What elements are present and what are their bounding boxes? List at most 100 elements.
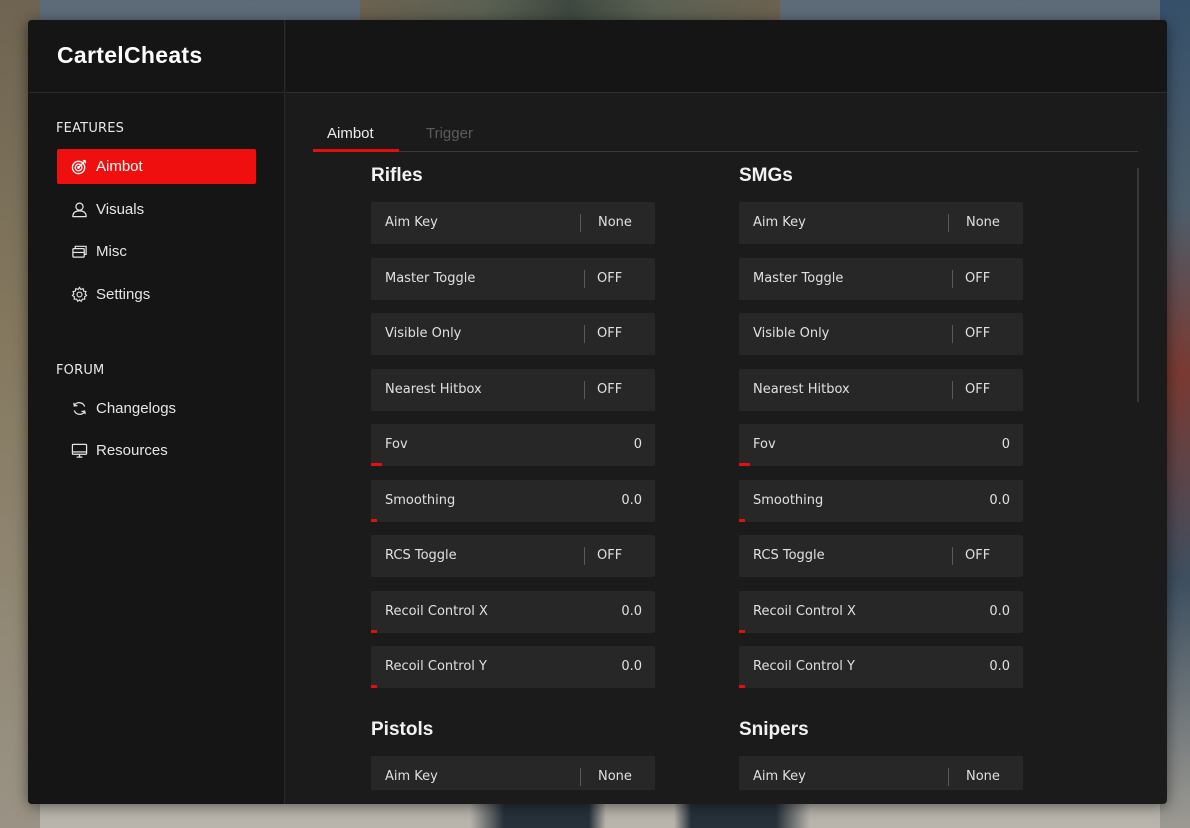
slider-value: 0 xyxy=(633,437,642,452)
smgs-nearest-hitbox-toggle[interactable]: Nearest Hitbox OFF xyxy=(739,368,1023,411)
sidebar-item-label: Changelogs xyxy=(96,400,177,417)
smgs-fov-slider[interactable]: Fov 0 xyxy=(739,424,1023,466)
value-separator xyxy=(952,380,953,399)
slider-value: 0.0 xyxy=(989,659,1010,674)
setting-label: Visible Only xyxy=(385,326,462,341)
smgs-master-toggle-toggle[interactable]: Master Toggle OFF xyxy=(739,257,1023,300)
slider-fill[interactable] xyxy=(739,463,750,466)
rifles-smoothing-slider[interactable]: Smoothing 0.0 xyxy=(371,479,655,522)
setting-value: OFF xyxy=(597,381,623,397)
sidebar-item-label: Settings xyxy=(96,286,151,303)
top-bar xyxy=(286,20,1167,93)
user-icon xyxy=(70,201,88,219)
rifles-aim-key-toggle[interactable]: Aim Key None xyxy=(371,202,655,244)
section-label-forum: FORUM xyxy=(56,363,105,378)
target-icon xyxy=(70,158,88,176)
setting-label: Aim Key xyxy=(385,769,438,784)
setting-value: OFF xyxy=(597,548,623,563)
sidebar-item-changelogs[interactable]: Changelogs xyxy=(57,391,256,426)
sidebar-item-settings[interactable]: Settings xyxy=(57,277,256,312)
slider-value: 0.0 xyxy=(989,492,1010,508)
background-character-feet xyxy=(470,802,810,828)
rifles-nearest-hitbox-toggle[interactable]: Nearest Hitbox OFF xyxy=(371,368,655,411)
setting-label: Aim Key xyxy=(753,215,806,230)
smgs-recoil-control-x-slider[interactable]: Recoil Control X 0.0 xyxy=(739,590,1023,633)
slider-fill[interactable] xyxy=(371,685,377,688)
slider-value: 0.0 xyxy=(621,492,642,508)
value-separator xyxy=(952,269,953,288)
setting-value: OFF xyxy=(597,270,623,286)
slider-value: 0 xyxy=(1001,437,1010,452)
rifles-recoil-control-y-slider[interactable]: Recoil Control Y 0.0 xyxy=(371,646,655,688)
rifles-fov-slider[interactable]: Fov 0 xyxy=(371,424,655,466)
value-separator xyxy=(952,325,953,343)
smgs-aim-key-toggle[interactable]: Aim Key None xyxy=(739,202,1023,244)
sidebar: CartelCheats FEATURES Aimbot Visuals Mis… xyxy=(28,20,285,804)
group-title-pistols: Pistols xyxy=(371,719,434,740)
smgs-rcs-toggle-toggle[interactable]: RCS Toggle OFF xyxy=(739,535,1023,577)
setting-label: RCS Toggle xyxy=(385,548,457,563)
settings-content: Rifles Aim Key None Master Toggle OFF Visible… xyxy=(285,93,1167,790)
sidebar-item-visuals[interactable]: Visuals xyxy=(57,192,256,227)
setting-label: Nearest Hitbox xyxy=(385,381,482,397)
setting-label: Recoil Control Y xyxy=(385,659,487,674)
setting-label: Aim Key xyxy=(753,769,806,784)
sidebar-item-misc[interactable]: Misc xyxy=(57,234,256,269)
rifles-visible-only-toggle[interactable]: Visible Only OFF xyxy=(371,313,655,355)
sidebar-item-label: Resources xyxy=(96,442,168,459)
group-title-smgs: SMGs xyxy=(739,165,793,186)
setting-value: OFF xyxy=(965,326,991,341)
app-title: CartelCheats xyxy=(28,20,284,93)
setting-label: Smoothing xyxy=(385,492,456,508)
snipers-aim-key-toggle[interactable]: Aim Key None xyxy=(739,756,1023,790)
gear-icon xyxy=(70,286,88,304)
rifles-rcs-toggle-toggle[interactable]: RCS Toggle OFF xyxy=(371,535,655,577)
layers-icon xyxy=(70,243,88,261)
pistols-aim-key-toggle[interactable]: Aim Key None xyxy=(371,756,655,790)
setting-label: Fov xyxy=(753,437,776,452)
value-separator xyxy=(584,325,585,343)
group-title-rifles: Rifles xyxy=(371,165,423,186)
value-separator xyxy=(948,214,949,232)
slider-value: 0.0 xyxy=(621,659,642,674)
setting-label: RCS Toggle xyxy=(753,548,825,563)
setting-value: OFF xyxy=(965,270,991,286)
value-separator xyxy=(952,547,953,565)
smgs-recoil-control-y-slider[interactable]: Recoil Control Y 0.0 xyxy=(739,646,1023,688)
sidebar-item-label: Misc xyxy=(96,243,127,260)
sidebar-item-aimbot[interactable]: Aimbot xyxy=(57,149,256,184)
slider-fill[interactable] xyxy=(371,629,377,633)
setting-value: None xyxy=(966,769,1000,784)
value-separator xyxy=(584,380,585,399)
setting-label: Master Toggle xyxy=(385,270,476,286)
sidebar-item-label: Aimbot xyxy=(96,158,143,175)
slider-fill[interactable] xyxy=(371,463,382,466)
section-label-features: FEATURES xyxy=(56,121,125,136)
slider-fill[interactable] xyxy=(371,518,377,522)
rifles-master-toggle-toggle[interactable]: Master Toggle OFF xyxy=(371,257,655,300)
refresh-icon xyxy=(70,400,88,418)
value-separator xyxy=(580,768,581,786)
value-separator xyxy=(948,768,949,786)
setting-label: Recoil Control X xyxy=(753,603,856,619)
slider-fill[interactable] xyxy=(739,685,745,688)
setting-value: OFF xyxy=(965,548,991,563)
smgs-visible-only-toggle[interactable]: Visible Only OFF xyxy=(739,313,1023,355)
slider-fill[interactable] xyxy=(739,518,745,522)
setting-label: Nearest Hitbox xyxy=(753,381,850,397)
slider-fill[interactable] xyxy=(739,629,745,633)
smgs-smoothing-slider[interactable]: Smoothing 0.0 xyxy=(739,479,1023,522)
setting-value: None xyxy=(598,215,632,230)
setting-label: Master Toggle xyxy=(753,270,844,286)
rifles-recoil-control-x-slider[interactable]: Recoil Control X 0.0 xyxy=(371,590,655,633)
slider-value: 0.0 xyxy=(621,603,642,619)
sidebar-item-resources[interactable]: Resources xyxy=(57,433,256,468)
setting-value: OFF xyxy=(597,326,623,341)
setting-label: Visible Only xyxy=(753,326,830,341)
setting-label: Fov xyxy=(385,437,408,452)
group-title-snipers: Snipers xyxy=(739,719,809,740)
setting-label: Smoothing xyxy=(753,492,824,508)
setting-value: None xyxy=(966,215,1000,230)
setting-label: Aim Key xyxy=(385,215,438,230)
setting-label: Recoil Control X xyxy=(385,603,488,619)
